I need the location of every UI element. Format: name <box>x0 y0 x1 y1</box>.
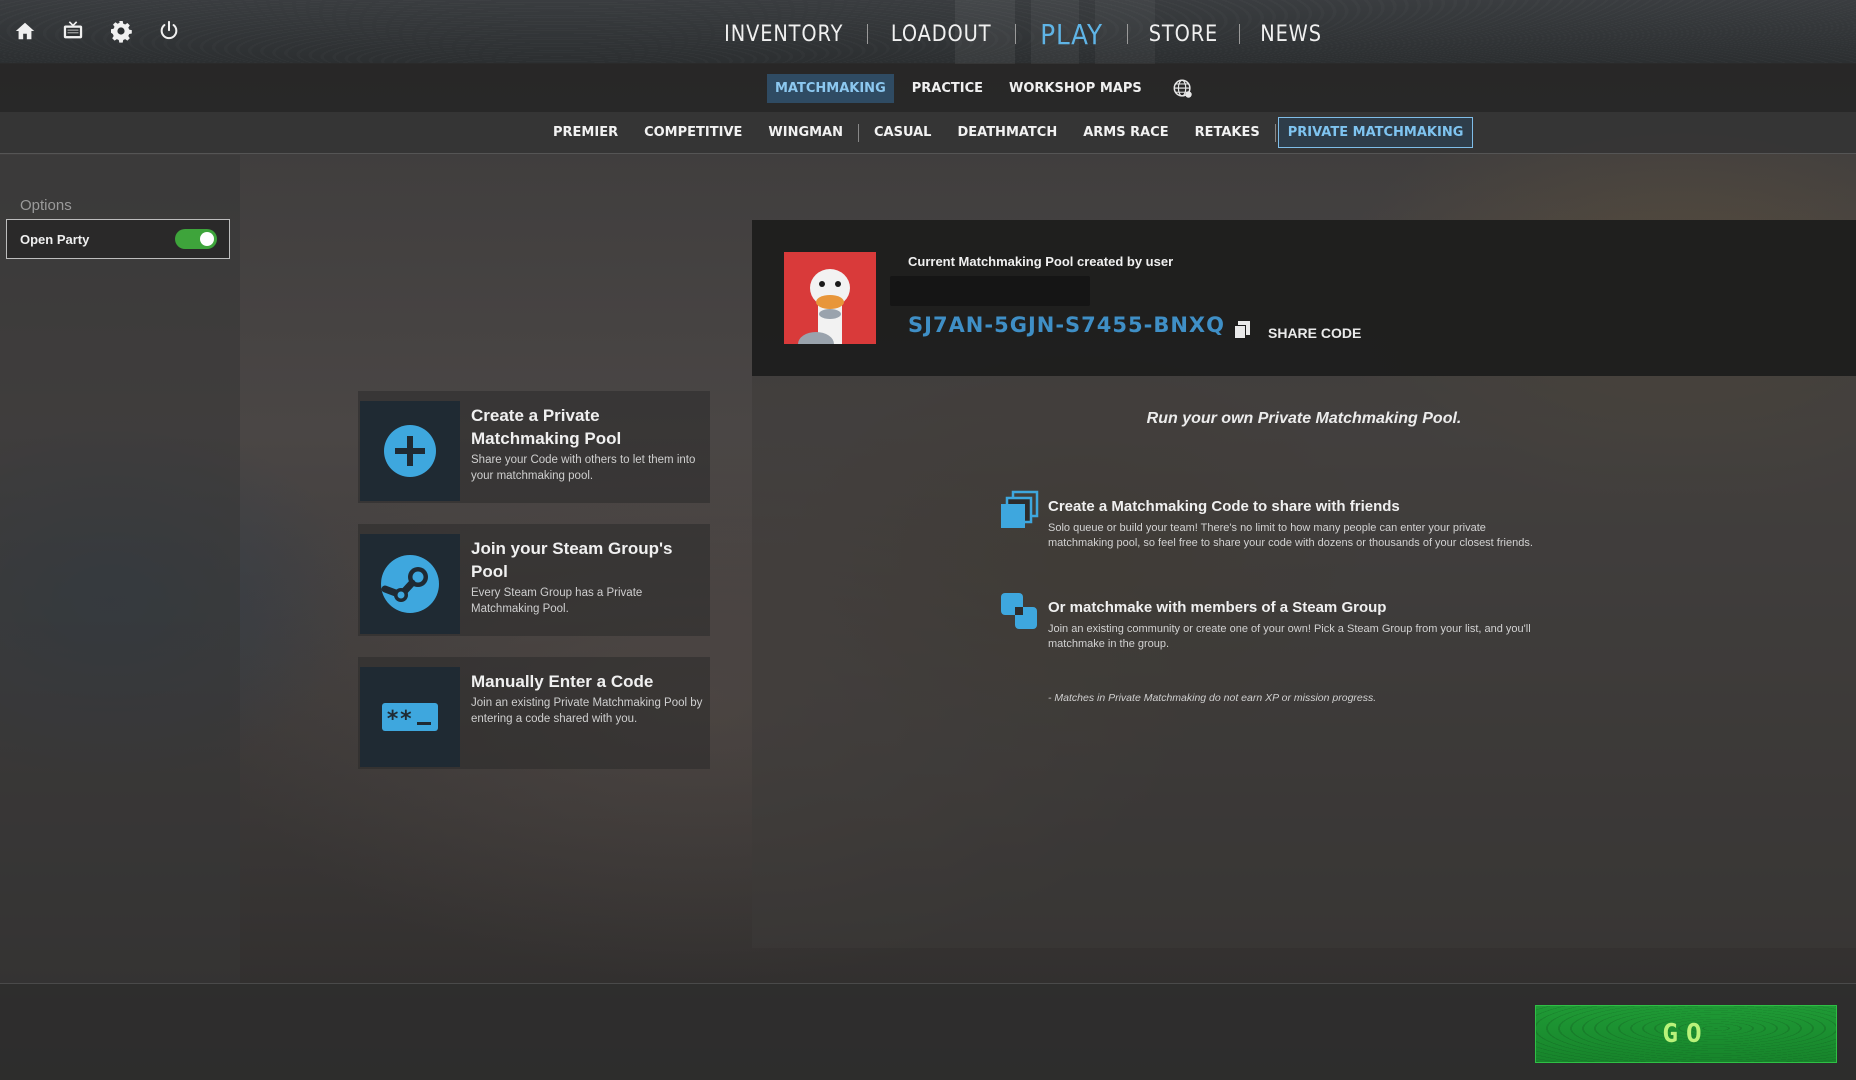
feature-title: Create a Matchmaking Code to share with … <box>1048 498 1400 515</box>
feature-title: Or matchmake with members of a Steam Gro… <box>1048 599 1387 616</box>
feature-desc: Join an existing community or create one… <box>1048 623 1531 650</box>
globe-icon[interactable] <box>1170 76 1196 102</box>
open-party-label: Open Party <box>20 231 90 247</box>
bottom-bar: GO <box>0 983 1856 1080</box>
group-squares-icon <box>999 591 1039 631</box>
mode-separator <box>1274 123 1276 142</box>
current-pool-header: Current Matchmaking Pool created by user… <box>752 220 1856 376</box>
mode-competitive[interactable]: COMPETITIVE <box>631 118 755 147</box>
mode-private-matchmaking[interactable]: PRIVATE MATCHMAKING <box>1277 117 1474 148</box>
feature-share-code: Create a Matchmaking Code to share with … <box>1001 490 1548 551</box>
card-title: Join your Steam Group's Pool <box>471 539 673 581</box>
tab-matchmaking[interactable]: MATCHMAKING <box>767 74 894 103</box>
pool-code[interactable]: SJ7AN-5GJN-S7455-BNXQ <box>908 313 1225 337</box>
open-party-toggle-row[interactable]: Open Party <box>6 219 230 259</box>
home-icon[interactable] <box>12 18 38 44</box>
nav-loadout[interactable]: LOADOUT <box>877 22 1006 47</box>
top-bar: INVENTORY LOADOUT PLAY STORE NEWS <box>0 0 1856 64</box>
sub-nav-tabs: MATCHMAKING PRACTICE WORKSHOP MAPS <box>767 74 1196 103</box>
mode-nav: PREMIER COMPETITIVE WINGMAN CASUAL DEATH… <box>0 112 1856 154</box>
nav-separator <box>1014 24 1016 44</box>
nav-inventory[interactable]: INVENTORY <box>710 22 857 47</box>
main-nav: INVENTORY LOADOUT PLAY STORE NEWS <box>700 14 1342 54</box>
steam-icon <box>360 534 460 634</box>
mode-wingman[interactable]: WINGMAN <box>755 118 856 147</box>
mode-deathmatch[interactable]: DEATHMATCH <box>944 118 1070 147</box>
nav-separator <box>1126 24 1128 44</box>
nav-news[interactable]: NEWS <box>1246 22 1336 47</box>
mode-premier[interactable]: PREMIER <box>540 118 631 147</box>
plus-icon <box>360 401 460 501</box>
avatar <box>784 252 876 344</box>
sub-nav: MATCHMAKING PRACTICE WORKSHOP MAPS <box>0 64 1856 112</box>
code-entry-icon: ** <box>360 667 460 767</box>
options-panel: Options Open Party <box>0 155 240 983</box>
mode-retakes[interactable]: RETAKES <box>1182 118 1273 147</box>
manual-code-card[interactable]: ** Manually Enter a Code Join an existin… <box>358 657 710 769</box>
nav-separator <box>867 24 869 44</box>
tagline: Run your own Private Matchmaking Pool. <box>1146 410 1462 427</box>
share-code-button[interactable]: SHARE CODE <box>1232 320 1361 345</box>
mode-arms-race[interactable]: ARMS RACE <box>1070 118 1181 147</box>
copy-icon <box>1232 320 1252 345</box>
pool-info-panel: Current Matchmaking Pool created by user… <box>752 220 1856 948</box>
nav-separator <box>1238 24 1240 44</box>
power-icon[interactable] <box>156 18 182 44</box>
options-title: Options <box>20 197 72 214</box>
card-title: Manually Enter a Code <box>471 672 654 691</box>
nav-play[interactable]: PLAY <box>1022 18 1120 51</box>
pool-creator-label: Current Matchmaking Pool created by user <box>908 254 1174 269</box>
go-label: GO <box>1662 1019 1710 1049</box>
footnote: - Matches in Private Matchmaking do not … <box>1048 692 1377 704</box>
go-button[interactable]: GO <box>1535 1005 1837 1063</box>
feature-steam-group: Or matchmake with members of a Steam Gro… <box>1001 593 1548 652</box>
join-steam-group-card[interactable]: Join your Steam Group's Pool Every Steam… <box>358 524 710 636</box>
mode-nav-tabs: PREMIER COMPETITIVE WINGMAN CASUAL DEATH… <box>540 117 1474 148</box>
redacted-username <box>890 276 1090 306</box>
share-code-label: SHARE CODE <box>1268 324 1362 341</box>
open-party-toggle[interactable] <box>175 229 217 249</box>
tab-practice[interactable]: PRACTICE <box>904 74 991 103</box>
card-desc: Every Steam Group has a Private Matchmak… <box>471 587 643 615</box>
feature-desc: Solo queue or build your team! There's n… <box>1048 522 1533 549</box>
tv-icon[interactable] <box>60 18 86 44</box>
gear-icon[interactable] <box>108 18 134 44</box>
create-pool-card[interactable]: Create a Private Matchmaking Pool Share … <box>358 391 710 503</box>
nav-store[interactable]: STORE <box>1135 22 1233 47</box>
toggle-knob <box>200 232 214 246</box>
top-left-icons <box>12 18 182 44</box>
mode-casual[interactable]: CASUAL <box>861 118 944 147</box>
tab-workshop-maps[interactable]: WORKSHOP MAPS <box>1001 74 1150 103</box>
card-desc: Join an existing Private Matchmaking Poo… <box>471 697 703 725</box>
copy-stack-icon <box>999 490 1039 530</box>
svg-text:**: ** <box>386 707 413 732</box>
card-title: Create a Private Matchmaking Pool <box>471 406 622 448</box>
mode-separator <box>858 123 859 142</box>
card-desc: Share your Code with others to let them … <box>471 454 696 482</box>
